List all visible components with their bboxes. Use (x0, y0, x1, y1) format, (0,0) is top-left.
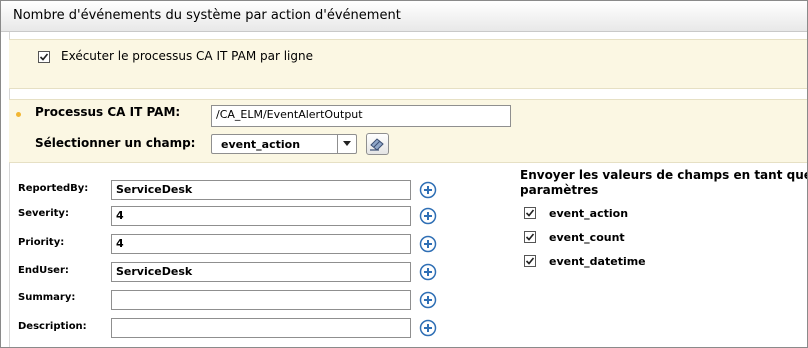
field-label-enduser: EndUser: (18, 265, 69, 276)
field-label-summary: Summary: (18, 292, 76, 303)
field-label-reportedby: ReportedBy: (18, 183, 89, 194)
check-mark-icon (525, 209, 535, 217)
dialog-frame: Nombre d'événements du système par actio… (0, 0, 808, 348)
field-select[interactable]: event_action (211, 134, 357, 154)
field-label-severity: Severity: (18, 208, 69, 219)
param-label-event-datetime: event_datetime (549, 255, 646, 268)
title-bar: Nombre d'événements du système par actio… (1, 1, 807, 32)
check-mark-icon (39, 53, 49, 61)
field-select-value: event_action (221, 138, 301, 151)
add-severity-plus-icon[interactable] (419, 207, 437, 225)
param-label-event-action: event_action (549, 207, 629, 220)
pam-process-input[interactable]: /CA_ELM/EventAlertOutput (211, 105, 511, 127)
field-input-severity[interactable]: 4 (111, 206, 411, 226)
add-summary-plus-icon[interactable] (419, 291, 437, 309)
check-mark-icon (525, 233, 535, 241)
field-input-reportedby[interactable]: ServiceDesk (111, 180, 411, 200)
field-label-description: Description: (18, 321, 87, 332)
field-input-priority[interactable]: 4 (111, 234, 411, 254)
add-priority-plus-icon[interactable] (419, 235, 437, 253)
field-input-description[interactable] (111, 318, 411, 338)
run-per-row-label: Exécuter le processus CA IT PAM par lign… (61, 49, 313, 63)
pam-process-label: Processus CA IT PAM: (35, 105, 181, 119)
chevron-down-icon (343, 141, 351, 146)
eraser-icon (370, 138, 384, 151)
edit-field-button[interactable] (366, 133, 389, 155)
check-mark-icon (525, 257, 535, 265)
run-per-row-checkbox[interactable] (38, 51, 50, 63)
select-field-label: Sélectionner un champ: (35, 136, 196, 150)
required-dot-icon (16, 112, 21, 117)
param-checkbox-event-count[interactable] (524, 231, 536, 243)
param-checkbox-event-action[interactable] (524, 207, 536, 219)
add-description-plus-icon[interactable] (419, 319, 437, 337)
field-label-priority: Priority: (18, 237, 65, 248)
field-select-arrow[interactable] (337, 135, 356, 153)
send-params-title: Envoyer les valeurs de champs en tant qu… (520, 168, 808, 182)
page-title: Nombre d'événements du système par actio… (13, 8, 401, 23)
field-input-enduser[interactable]: ServiceDesk (111, 262, 411, 282)
send-params-title-cont: paramètres (520, 183, 599, 197)
add-reportedby-plus-icon[interactable] (419, 181, 437, 199)
field-input-summary[interactable] (111, 290, 411, 310)
param-label-event-count: event_count (549, 231, 625, 244)
param-checkbox-event-datetime[interactable] (524, 255, 536, 267)
run-process-panel (9, 39, 807, 89)
add-enduser-plus-icon[interactable] (419, 263, 437, 281)
